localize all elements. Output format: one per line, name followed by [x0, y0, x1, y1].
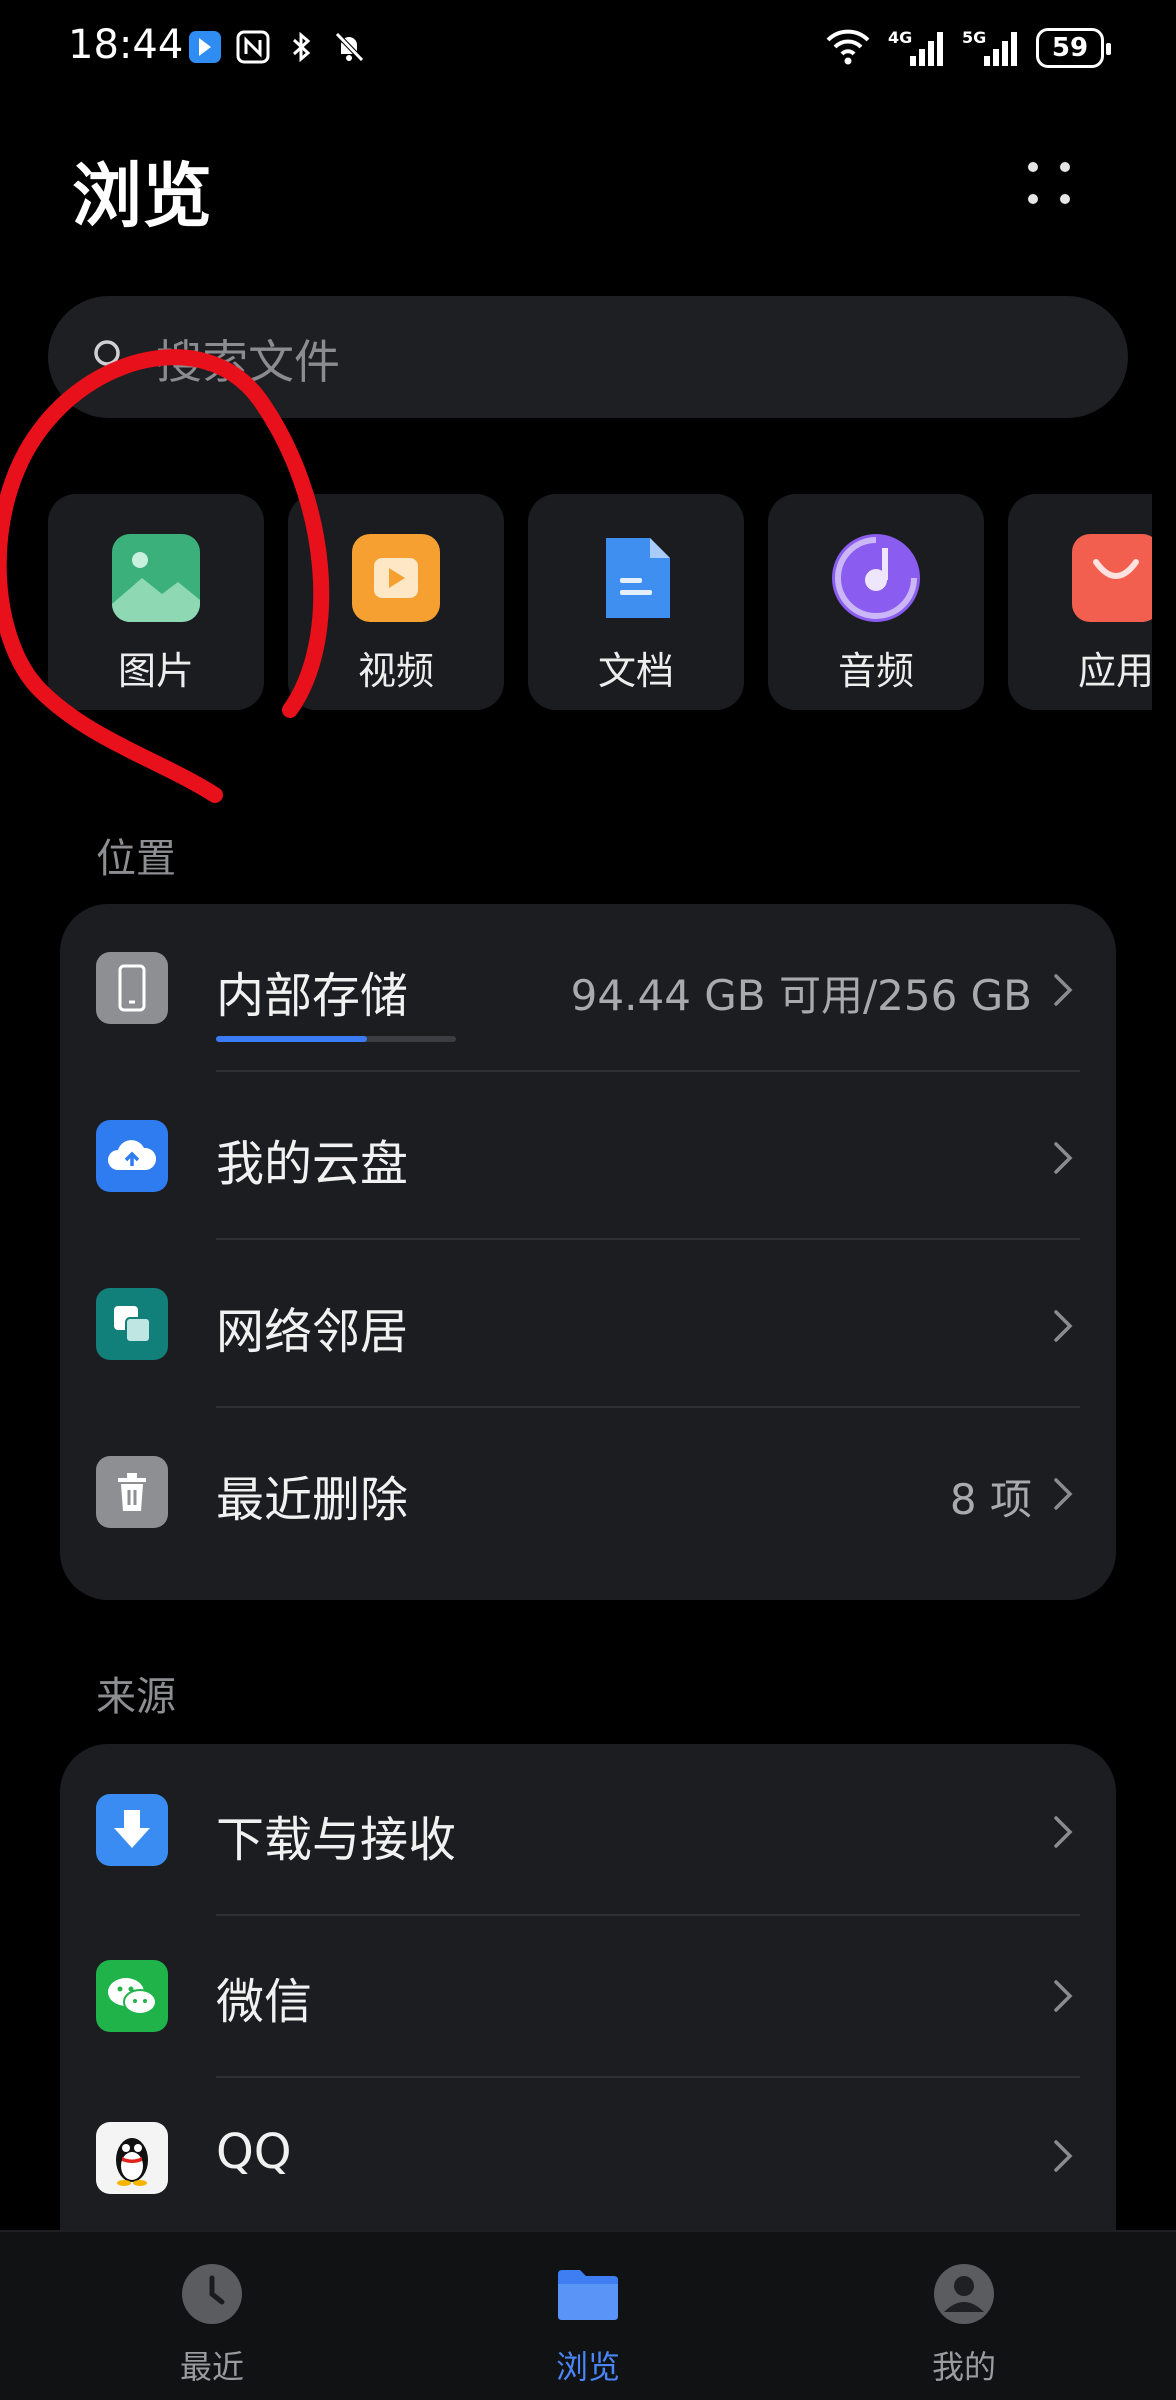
storage-usage-bar — [216, 1036, 456, 1042]
category-label: 音频 — [837, 649, 914, 693]
mute-icon — [332, 30, 366, 64]
source-item-qq[interactable]: QQ — [60, 2078, 1116, 2238]
chevron-right-icon — [1054, 1980, 1073, 2012]
source-item-downloads[interactable]: 下载与接收 — [60, 1744, 1116, 1916]
status-time: 18:44 — [68, 22, 184, 68]
trash-icon — [96, 1456, 168, 1528]
nav-label: 我的 — [931, 2348, 996, 2386]
nfc-icon — [236, 30, 270, 64]
app-notification-icon — [188, 30, 222, 64]
source-item-wechat[interactable]: 微信 — [60, 1916, 1116, 2078]
chevron-right-icon — [1054, 1478, 1073, 1510]
category-label: 视频 — [357, 649, 434, 693]
page-title: 浏览 — [72, 155, 212, 237]
file-manager-screen: 18:44 4G 5G 59 浏览 搜索文件 图片 视频 文档 音频 应用 位置… — [0, 0, 1176, 2400]
location-item-internal-storage[interactable]: 内部存储 94.44 GB 可用/256 GB — [60, 904, 1116, 1072]
bottom-navigation: 最近 浏览 我的 — [0, 2230, 1176, 2400]
image-icon — [112, 534, 200, 622]
sources-card: 下载与接收 微信 QQ — [60, 1744, 1116, 2284]
location-item-cloud[interactable]: 我的云盘 — [60, 1072, 1116, 1240]
clock-icon — [182, 2264, 242, 2324]
qq-icon — [96, 2122, 168, 2194]
wechat-icon — [96, 1960, 168, 2032]
category-documents[interactable]: 文档 — [528, 494, 744, 710]
deleted-count: 8 项 — [949, 1475, 1032, 1524]
row-label: 微信 — [216, 1974, 313, 2030]
status-bar: 18:44 4G 5G 59 — [0, 0, 1176, 100]
app-icon — [1072, 534, 1152, 622]
category-videos[interactable]: 视频 — [288, 494, 504, 710]
audio-icon — [832, 534, 920, 622]
battery-level: 59 — [1051, 33, 1089, 63]
location-item-network[interactable]: 网络邻居 — [60, 1240, 1116, 1408]
storage-usage-fill — [216, 1036, 368, 1042]
status-right-icons: 4G 5G 59 — [824, 26, 1111, 70]
location-item-recently-deleted[interactable]: 最近删除 8 项 — [60, 1408, 1116, 1576]
network-icon — [96, 1288, 168, 1360]
category-apps[interactable]: 应用 — [1008, 494, 1152, 710]
category-images[interactable]: 图片 — [48, 494, 264, 710]
location-card: 内部存储 94.44 GB 可用/256 GB 我的云盘 网络邻居 最近删除 8… — [60, 904, 1116, 1600]
row-label: 最近删除 — [216, 1472, 409, 1528]
category-label: 应用 — [1077, 649, 1152, 693]
cloud-icon — [96, 1120, 168, 1192]
row-label: 下载与接收 — [216, 1812, 457, 1868]
chevron-right-icon — [1054, 974, 1073, 1006]
signal-5g-icon: 5G — [962, 28, 1020, 68]
category-label: 图片 — [117, 649, 194, 693]
row-label: QQ — [216, 2124, 292, 2180]
battery-indicator: 59 — [1036, 28, 1111, 68]
nav-label: 浏览 — [555, 2348, 620, 2386]
chevron-right-icon — [1054, 1142, 1073, 1174]
bluetooth-icon — [284, 30, 318, 64]
section-label-location: 位置 — [96, 836, 176, 882]
profile-icon — [934, 2264, 994, 2324]
section-label-sources: 来源 — [96, 1674, 176, 1720]
chevron-right-icon — [1054, 1816, 1073, 1848]
tab-recent[interactable]: 最近 — [112, 2262, 312, 2388]
search-placeholder: 搜索文件 — [156, 335, 340, 389]
status-left-icons — [188, 30, 366, 64]
row-label: 内部存储 — [216, 968, 409, 1024]
video-icon — [352, 534, 440, 622]
row-label: 网络邻居 — [216, 1304, 409, 1360]
chevron-right-icon — [1054, 2140, 1073, 2172]
storage-value: 94.44 GB 可用/256 GB — [570, 971, 1032, 1020]
row-label: 我的云盘 — [216, 1136, 409, 1192]
chevron-right-icon — [1054, 1310, 1073, 1342]
category-audio[interactable]: 音频 — [768, 494, 984, 710]
tab-browse[interactable]: 浏览 — [488, 2262, 688, 2388]
signal-4g-icon: 4G — [888, 28, 946, 68]
folder-icon — [558, 2270, 618, 2320]
phone-icon — [96, 952, 168, 1024]
download-icon — [96, 1794, 168, 1866]
search-input[interactable]: 搜索文件 — [48, 296, 1128, 418]
wifi-icon — [824, 26, 872, 70]
category-label: 文档 — [597, 649, 674, 693]
category-shortcuts: 图片 视频 文档 音频 应用 — [48, 494, 1152, 714]
nav-label: 最近 — [179, 2348, 244, 2386]
document-icon — [606, 538, 670, 618]
search-icon — [94, 340, 125, 371]
more-grid-icon[interactable] — [1016, 150, 1080, 214]
tab-mine[interactable]: 我的 — [864, 2262, 1064, 2388]
